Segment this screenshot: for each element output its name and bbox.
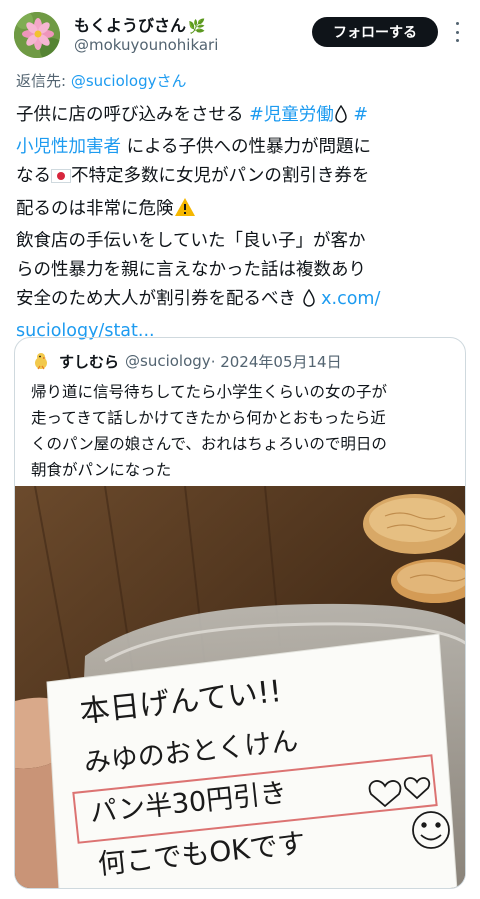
follow-button[interactable]: フォローする: [312, 17, 438, 47]
quoted-author-name[interactable]: すしむら: [59, 351, 119, 372]
tweet-segment: 不特定多数に女児がパンの割引き券を: [71, 166, 370, 187]
reply-context: 返信先: @suciologyさん: [16, 70, 187, 91]
droplet-icon: [302, 288, 316, 317]
tweet-line: なる 不特定多数に女児がパンの割引き券を: [16, 162, 468, 194]
japan-flag-icon: [51, 165, 71, 194]
quoted-tweet-line: 朝食がパンになった: [31, 461, 172, 479]
quoted-tweet-card[interactable]: すしむら @suciology · 2024年05月14日 帰り道に信号待ちして…: [14, 337, 466, 889]
tweet-segment: 安全のため大人が割引券を配るべき: [16, 289, 296, 310]
reply-prefix: 返信先:: [16, 72, 71, 90]
quoted-tweet-line: くのパン屋の娘さんで、おれはちょろいので明日の: [31, 435, 387, 453]
reply-target-link[interactable]: @suciologyさん: [71, 72, 187, 90]
hashtag-link[interactable]: 小児性加害者: [16, 137, 121, 157]
more-vertical-icon[interactable]: [452, 22, 462, 42]
quoted-tweet-header: すしむら @suciology · 2024年05月14日: [31, 350, 342, 372]
quoted-author-handle[interactable]: @suciology: [125, 352, 211, 370]
warning-icon: [174, 197, 196, 227]
quoted-tweet-date[interactable]: · 2024年05月14日: [211, 351, 342, 372]
tweet-line: らの性暴力を親に言えなかった話は複数あり: [16, 256, 468, 285]
tweet-segment: らの性暴力を親に言えなかった話は複数あり: [16, 260, 366, 281]
tweet-line: 飲食店の手伝いをしていた「良い子」が客か: [16, 227, 468, 256]
tweet-text: 子供に店の呼び込みをさせる #児童労働 # 小児性加害者 による子供への性暴力が…: [16, 101, 468, 347]
tweet-line: 子供に店の呼び込みをさせる #児童労働 #: [16, 101, 468, 133]
tweet-url-link[interactable]: x.com/: [321, 289, 380, 309]
hashtag-link[interactable]: #児童労働: [249, 105, 334, 125]
author-avatar[interactable]: [14, 12, 60, 58]
tweet-segment: 配るのは非常に危険: [16, 198, 174, 219]
quoted-tweet-line: 走ってきて話しかけてきたから何かとおもったら近: [31, 409, 386, 427]
tweet-segment: 飲食店の手伝いをしていた「良い子」が客か: [16, 230, 366, 251]
author-display-name[interactable]: もくようびさん 🌿: [74, 12, 205, 36]
hashtag-link[interactable]: #: [353, 105, 368, 125]
tweet-segment: による子供への性暴力が問題に: [121, 137, 372, 158]
author-handle[interactable]: @mokuyounohikari: [74, 36, 218, 54]
author-name-text: もくようびさん: [74, 16, 187, 35]
tweet-segment: なる: [16, 166, 51, 187]
tweet-line: 配るのは非常に危険: [16, 195, 468, 227]
tweet-segment: 子供に店の呼び込みをさせる: [16, 105, 250, 125]
chick-avatar-icon: [31, 351, 51, 371]
cosmos-flower-avatar-icon: [14, 12, 60, 58]
bread-coupon-photo: 本日げんてい!! みゆのおとくけん パン半30円引き 何こでもOKです: [15, 486, 465, 888]
quoted-tweet-photo[interactable]: 本日げんてい!! みゆのおとくけん パン半30円引き 何こでもOKです: [15, 486, 465, 888]
droplet-icon: [334, 104, 348, 133]
tweet-line: 小児性加害者 による子供への性暴力が問題に: [16, 133, 468, 162]
quoted-tweet-text: 帰り道に信号待ちしてたら小学生くらいの女の子が 走ってきて話しかけてきたから何か…: [31, 379, 455, 483]
tweet-header: もくようびさん 🌿 @mokuyounohikari フォローする: [0, 0, 480, 70]
quoted-tweet-line: 帰り道に信号待ちしてたら小学生くらいの女の子が: [31, 383, 388, 401]
leaf-icon: 🌿: [188, 19, 206, 35]
tweet-line: 安全のため大人が割引券を配るべき x.com/: [16, 285, 468, 317]
